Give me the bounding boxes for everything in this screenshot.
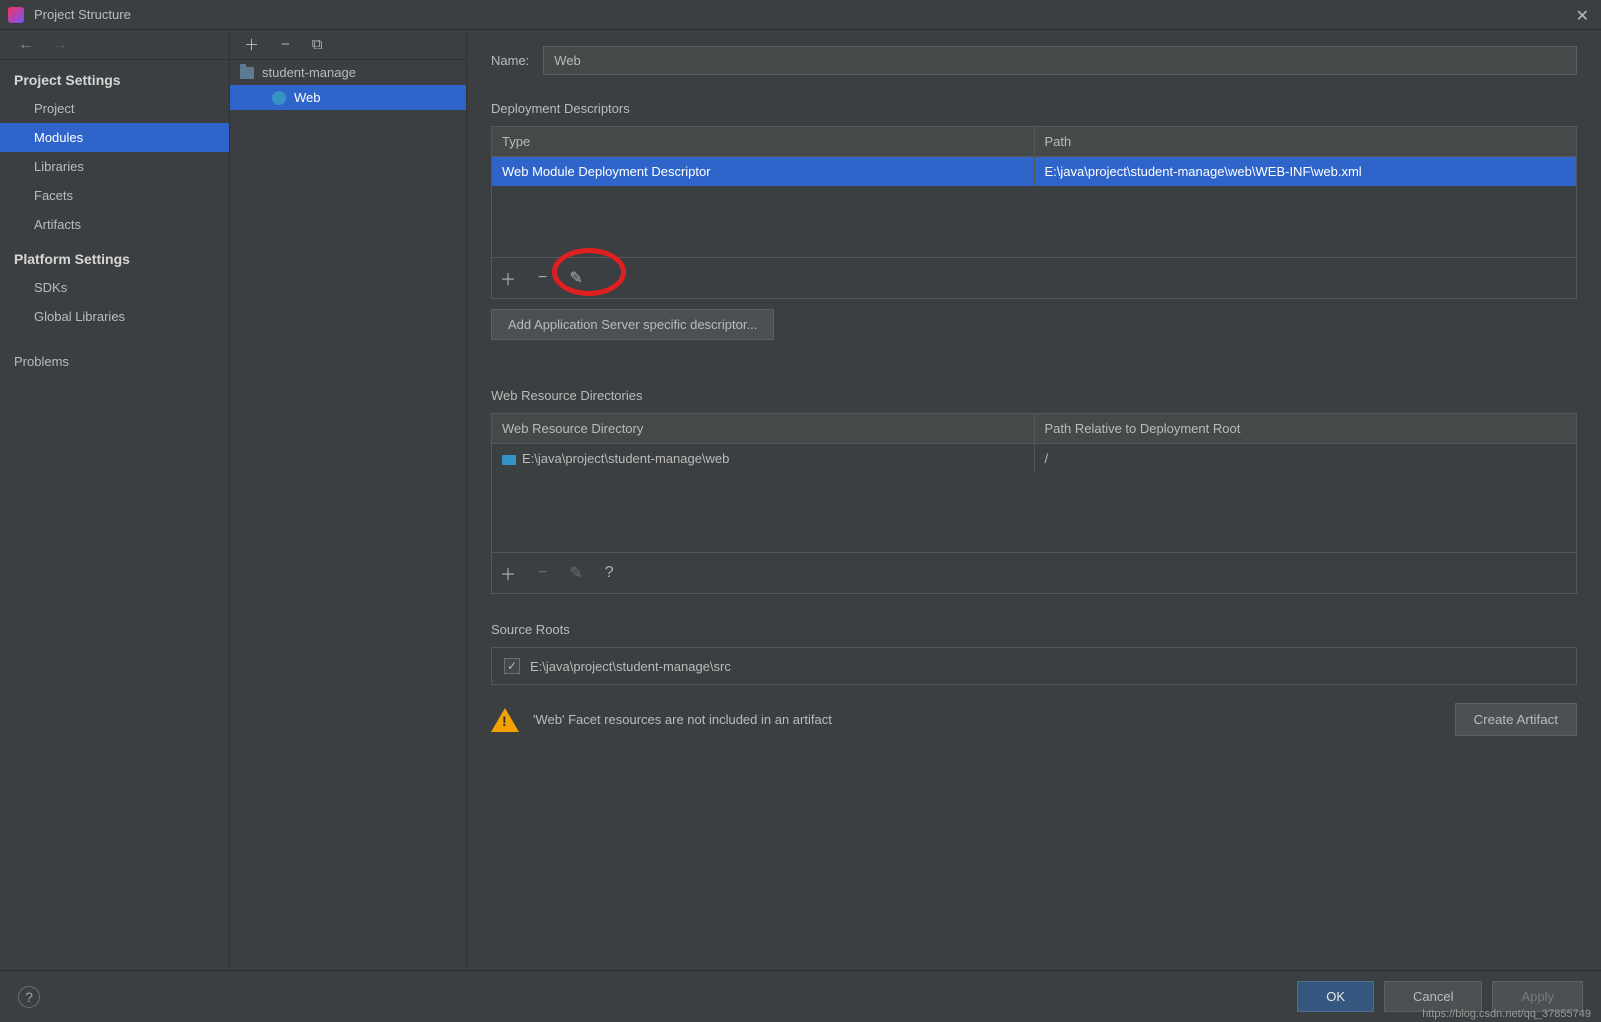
tree-toolbar: ＋ − ⧉ <box>230 30 466 60</box>
app-icon <box>8 7 24 23</box>
bottom-bar: ? OK Cancel Apply <box>0 970 1601 1022</box>
sidebar-item-artifacts[interactable]: Artifacts <box>0 210 229 239</box>
table-header-row: Web Resource Directory Path Relative to … <box>492 414 1576 444</box>
sidebar-item-sdks[interactable]: SDKs <box>0 273 229 302</box>
dd-row[interactable]: Web Module Deployment Descriptor E:\java… <box>492 157 1576 186</box>
web-dir-icon <box>502 455 516 465</box>
watermark: https://blog.csdn.net/qq_37855749 <box>1422 1008 1591 1020</box>
source-root-checkbox[interactable]: ✓ <box>504 658 520 674</box>
add-app-server-descriptor-button[interactable]: Add Application Server specific descript… <box>491 309 774 340</box>
copy-icon[interactable]: ⧉ <box>312 36 323 53</box>
wrd-help-icon[interactable]: ? <box>605 564 614 582</box>
dd-row-path: E:\java\project\student-manage\web\WEB-I… <box>1035 157 1577 186</box>
wrd-row-rel: / <box>1035 444 1577 473</box>
wrd-add-icon[interactable]: ＋ <box>500 561 516 585</box>
dd-section-label: Deployment Descriptors <box>491 101 1577 116</box>
dd-add-icon[interactable]: ＋ <box>500 266 516 290</box>
content-panel: Name: Deployment Descriptors Type Path W… <box>467 30 1601 970</box>
source-roots-box: ✓ E:\java\project\student-manage\src <box>491 647 1577 685</box>
warning-text: 'Web' Facet resources are not included i… <box>533 712 832 727</box>
wrd-row[interactable]: E:\java\project\student-manage\web / <box>492 444 1576 473</box>
tree-root-label: student-manage <box>262 65 356 80</box>
dd-toolbar: ＋ − ✎ <box>492 257 1576 298</box>
ok-button[interactable]: OK <box>1297 981 1374 1012</box>
back-icon[interactable]: ← <box>18 36 34 54</box>
sidebar-item-project[interactable]: Project <box>0 94 229 123</box>
name-input[interactable] <box>543 46 1577 75</box>
wrd-col-dir: Web Resource Directory <box>492 414 1035 443</box>
wrd-col-rel: Path Relative to Deployment Root <box>1035 414 1577 443</box>
name-label: Name: <box>491 53 529 68</box>
dd-edit-icon[interactable]: ✎ <box>569 268 582 288</box>
add-icon[interactable]: ＋ <box>244 34 259 55</box>
window-title: Project Structure <box>34 7 131 22</box>
warning-row: 'Web' Facet resources are not included i… <box>491 703 1577 736</box>
section-title-platform-settings: Platform Settings <box>0 239 229 273</box>
source-roots-label: Source Roots <box>491 622 1577 637</box>
dd-col-type: Type <box>492 127 1035 156</box>
name-row: Name: <box>491 46 1577 75</box>
create-artifact-button[interactable]: Create Artifact <box>1455 703 1577 736</box>
dd-remove-icon[interactable]: − <box>538 269 547 287</box>
module-tree-panel: ＋ − ⧉ student-manage Web <box>230 30 467 970</box>
deployment-descriptors-table: Type Path Web Module Deployment Descript… <box>491 126 1577 299</box>
wrd-row-dir: E:\java\project\student-manage\web <box>492 444 1035 473</box>
sidebar-item-facets[interactable]: Facets <box>0 181 229 210</box>
sidebar-item-modules[interactable]: Modules <box>0 123 229 152</box>
warning-icon <box>491 708 519 732</box>
forward-icon[interactable]: → <box>52 36 68 54</box>
web-resource-dirs-table: Web Resource Directory Path Relative to … <box>491 413 1577 594</box>
tree-item-web-facet[interactable]: Web <box>230 85 466 110</box>
dd-col-path: Path <box>1035 127 1577 156</box>
wrd-toolbar: ＋ − ✎ ? <box>492 552 1576 593</box>
web-facet-icon <box>272 91 286 105</box>
tree-child-label: Web <box>294 90 321 105</box>
close-icon[interactable]: ✕ <box>1576 6 1589 26</box>
wrd-edit-icon[interactable]: ✎ <box>569 563 582 583</box>
titlebar: Project Structure ✕ <box>0 0 1601 30</box>
wrd-remove-icon[interactable]: − <box>538 564 547 582</box>
table-header-row: Type Path <box>492 127 1576 157</box>
source-root-path: E:\java\project\student-manage\src <box>530 659 731 674</box>
help-icon[interactable]: ? <box>18 986 40 1008</box>
sidebar-item-problems[interactable]: Problems <box>0 347 229 376</box>
folder-icon <box>240 67 254 79</box>
wrd-section-label: Web Resource Directories <box>491 388 1577 403</box>
section-title-project-settings: Project Settings <box>0 60 229 94</box>
tree-item-root[interactable]: student-manage <box>230 60 466 85</box>
sidebar: ← → Project Settings Project Modules Lib… <box>0 30 230 970</box>
sidebar-nav: ← → <box>0 30 229 60</box>
remove-icon[interactable]: − <box>281 36 290 53</box>
sidebar-item-libraries[interactable]: Libraries <box>0 152 229 181</box>
sidebar-item-global-libraries[interactable]: Global Libraries <box>0 302 229 331</box>
dd-row-type: Web Module Deployment Descriptor <box>492 157 1035 186</box>
